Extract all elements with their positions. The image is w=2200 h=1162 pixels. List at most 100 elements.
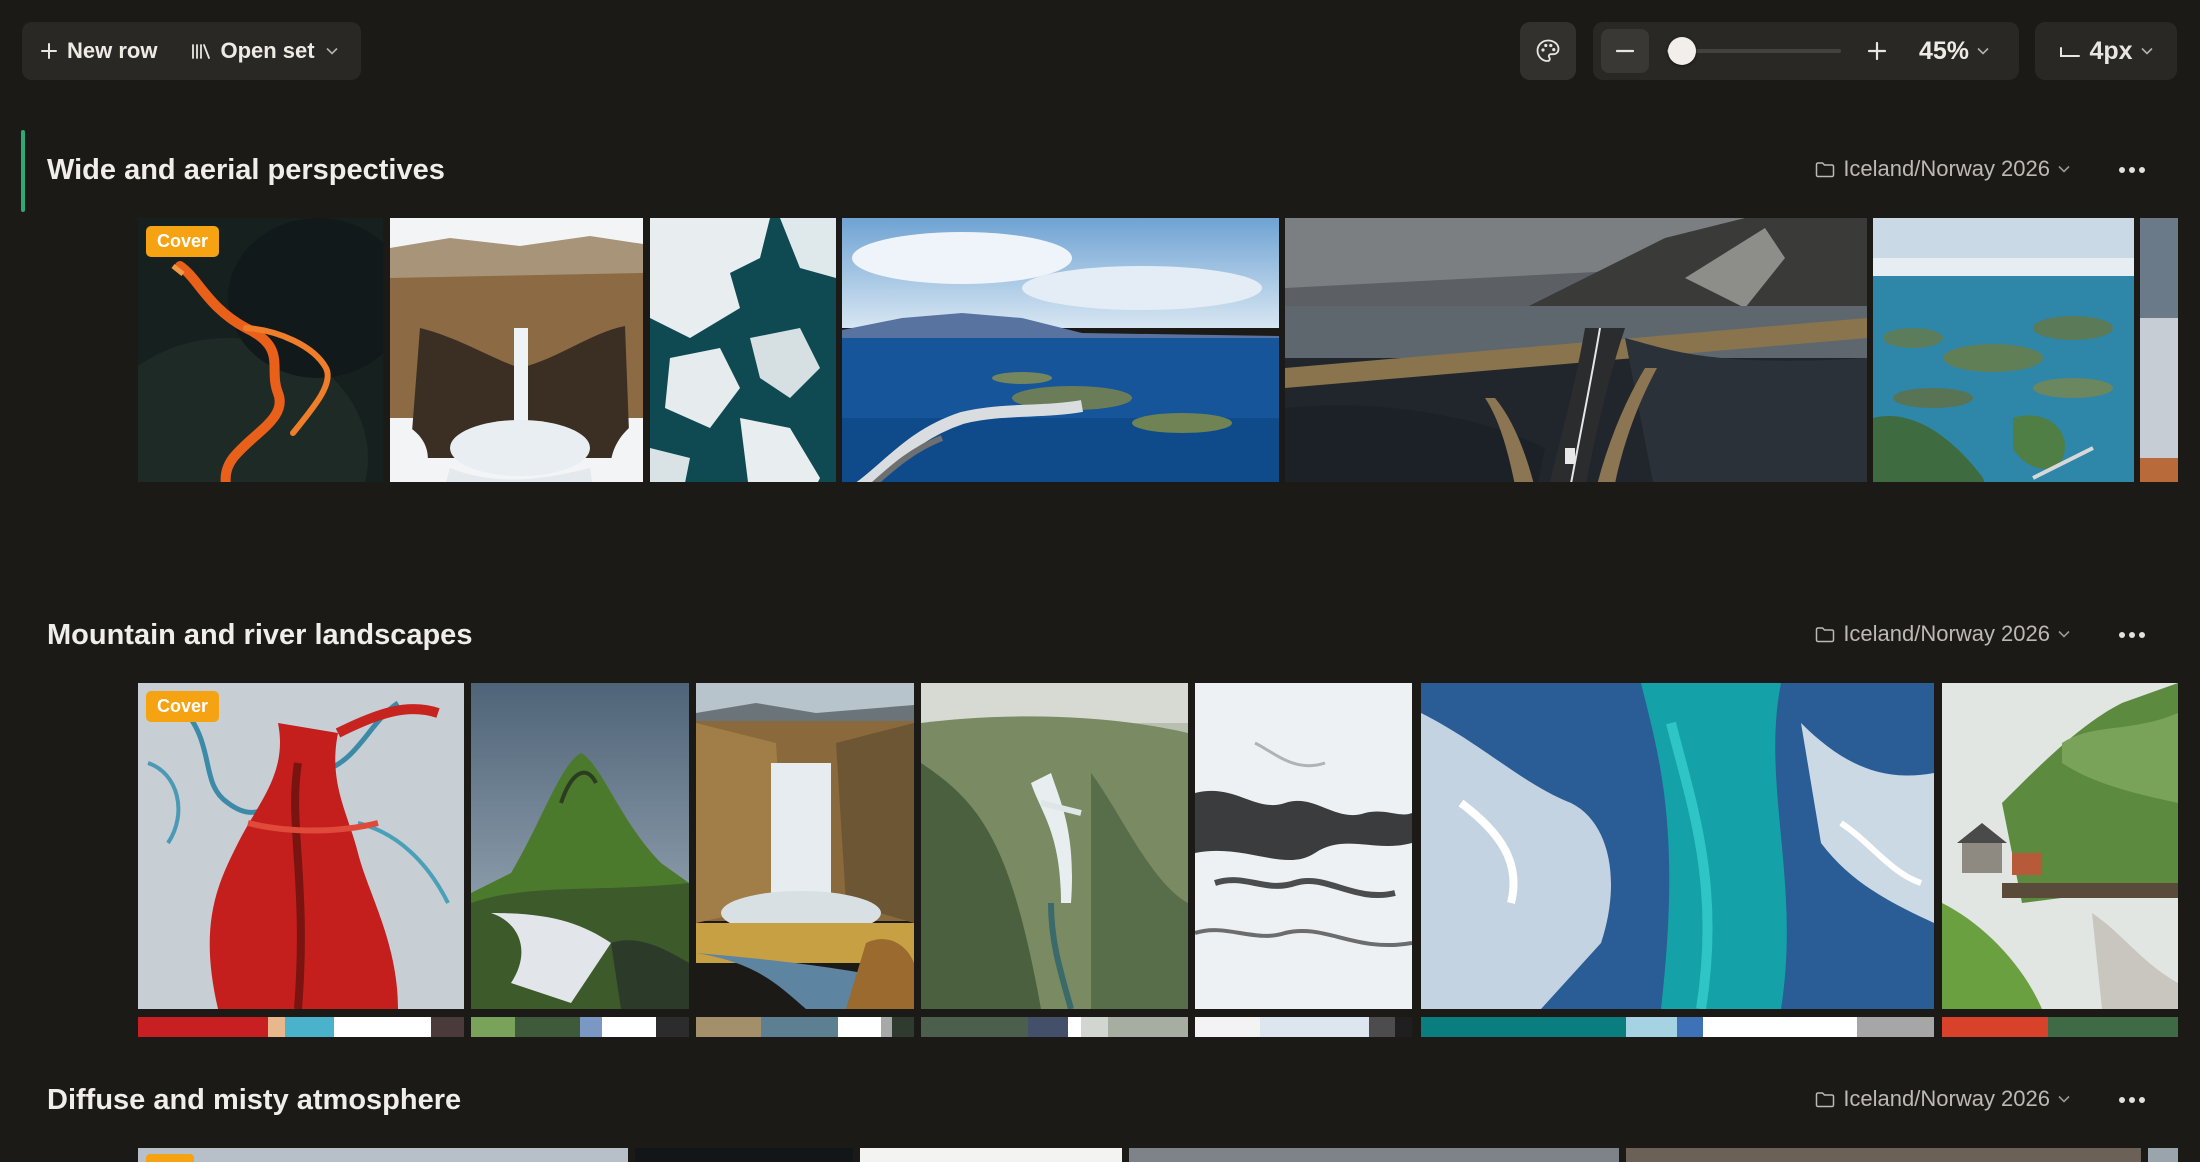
- open-set-button[interactable]: Open set: [191, 38, 338, 64]
- row-more-menu-button[interactable]: [2112, 1085, 2152, 1115]
- palette-swatch: [579, 1017, 602, 1037]
- palette-swatch: [268, 1017, 285, 1037]
- chevron-down-icon: [2058, 165, 2070, 173]
- photo: [2140, 218, 2178, 482]
- palette-swatch: [1421, 1017, 1627, 1037]
- row-set-label: Iceland/Norway 2026: [1843, 621, 2050, 646]
- photo: [842, 218, 1279, 482]
- palette-swatch: [333, 1017, 432, 1037]
- chevron-down-icon: [1977, 47, 1989, 55]
- zoom-slider[interactable]: [1659, 29, 1841, 73]
- toolbar: New row Open set 45% 4px: [0, 0, 2200, 100]
- chevron-down-icon: [326, 47, 338, 55]
- row-set-label: Iceland/Norway 2026: [1843, 156, 2050, 181]
- image-card[interactable]: Cover: [138, 683, 464, 1037]
- image-card[interactable]: [1873, 218, 2134, 482]
- new-row-label: New row: [67, 38, 158, 63]
- new-row-button[interactable]: New row: [40, 38, 157, 64]
- image-card[interactable]: [138, 1148, 628, 1162]
- zoom-level-dropdown[interactable]: 45%: [1919, 37, 1989, 66]
- palette-swatch: [1942, 1017, 2049, 1037]
- photo: [1195, 683, 1412, 1009]
- row-title[interactable]: Mountain and river landscapes: [47, 619, 472, 652]
- palette-swatch: [837, 1017, 882, 1037]
- photo: [1285, 218, 1867, 482]
- image-card[interactable]: [2140, 218, 2178, 482]
- photo: [138, 218, 383, 482]
- palette-swatch: [1368, 1017, 1395, 1037]
- image-card[interactable]: [1195, 683, 1412, 1037]
- image-card[interactable]: [860, 1148, 1122, 1162]
- palette-swatch: [881, 1017, 893, 1037]
- photo: [390, 218, 643, 482]
- photo: [696, 683, 914, 1009]
- zoom-control: 45%: [1593, 22, 2019, 80]
- row-wide-aerial: Wide and aerial perspectives Iceland/Nor…: [0, 130, 2200, 580]
- chevron-down-icon: [2058, 1095, 2070, 1103]
- image-card[interactable]: [921, 683, 1188, 1037]
- palette-swatch: [284, 1017, 334, 1037]
- zoom-level-value: 45%: [1919, 36, 1970, 65]
- image-card[interactable]: [635, 1148, 853, 1162]
- palette-swatch: [514, 1017, 580, 1037]
- palette-swatch: [1677, 1017, 1704, 1037]
- zoom-out-button[interactable]: [1601, 29, 1649, 73]
- image-card[interactable]: [1129, 1148, 1619, 1162]
- image-card[interactable]: [1285, 218, 1867, 482]
- image-card[interactable]: [842, 218, 1279, 482]
- palette-swatch: [761, 1017, 838, 1037]
- row-set-dropdown[interactable]: Iceland/Norway 2026: [1815, 621, 2070, 647]
- zoom-in-button[interactable]: [1853, 29, 1901, 73]
- palette-swatch: [1067, 1017, 1082, 1037]
- row-title[interactable]: Wide and aerial perspectives: [47, 154, 445, 187]
- image-card[interactable]: [1942, 683, 2178, 1037]
- chevron-down-icon: [2140, 47, 2153, 55]
- photo: [921, 683, 1188, 1009]
- zoom-slider-handle[interactable]: [1668, 37, 1697, 65]
- row-title[interactable]: Diffuse and misty atmosphere: [47, 1084, 461, 1117]
- palette-swatch: [892, 1017, 914, 1037]
- row-mountain-river: Mountain and river landscapes Iceland/No…: [0, 595, 2200, 1045]
- gap-size-dropdown[interactable]: 4px: [2035, 22, 2177, 80]
- palette-swatch: [138, 1017, 269, 1037]
- palette-swatch: [471, 1017, 515, 1037]
- image-card[interactable]: [390, 218, 643, 482]
- photo: [1942, 683, 2178, 1009]
- image-card[interactable]: [696, 683, 914, 1037]
- library-icon: [191, 42, 211, 60]
- image-card[interactable]: Cover: [138, 218, 383, 482]
- folder-icon: [1815, 161, 1835, 178]
- color-palette-strip: [1421, 1017, 1934, 1037]
- row-set-dropdown[interactable]: Iceland/Norway 2026: [1815, 156, 2070, 182]
- palette-swatch: [1195, 1017, 1261, 1037]
- image-card[interactable]: [1421, 683, 1934, 1037]
- image-card[interactable]: [1626, 1148, 2141, 1162]
- row-image-strip: Cover: [138, 218, 2178, 482]
- cover-badge: Cover: [146, 691, 220, 722]
- image-card[interactable]: [2148, 1148, 2178, 1162]
- plus-icon: [1867, 41, 1887, 61]
- image-card[interactable]: [471, 683, 689, 1037]
- photo: [1421, 683, 1934, 1009]
- row-more-menu-button[interactable]: [2112, 620, 2152, 650]
- photo: [1873, 218, 2134, 482]
- color-palette-strip: [138, 1017, 464, 1037]
- row-image-strip: [138, 1148, 2178, 1162]
- photo: [471, 683, 689, 1009]
- active-row-indicator: [21, 130, 25, 212]
- color-palette-strip: [471, 1017, 689, 1037]
- palette-swatch: [1027, 1017, 1068, 1037]
- palette-swatch: [431, 1017, 464, 1037]
- plus-icon: [40, 42, 58, 60]
- gap-size-value: 4px: [2089, 36, 2133, 65]
- palette-swatch: [1394, 1017, 1412, 1037]
- color-palette-button[interactable]: [1520, 22, 1576, 80]
- row-actions-group: New row Open set: [22, 22, 361, 80]
- row-set-dropdown[interactable]: Iceland/Norway 2026: [1815, 1086, 2070, 1112]
- folder-icon: [1815, 626, 1835, 643]
- row-more-menu-button[interactable]: [2112, 155, 2152, 185]
- cover-badge: Cover: [146, 226, 220, 257]
- palette-swatch: [2048, 1017, 2178, 1037]
- open-set-label: Open set: [220, 38, 315, 63]
- image-card[interactable]: [650, 218, 836, 482]
